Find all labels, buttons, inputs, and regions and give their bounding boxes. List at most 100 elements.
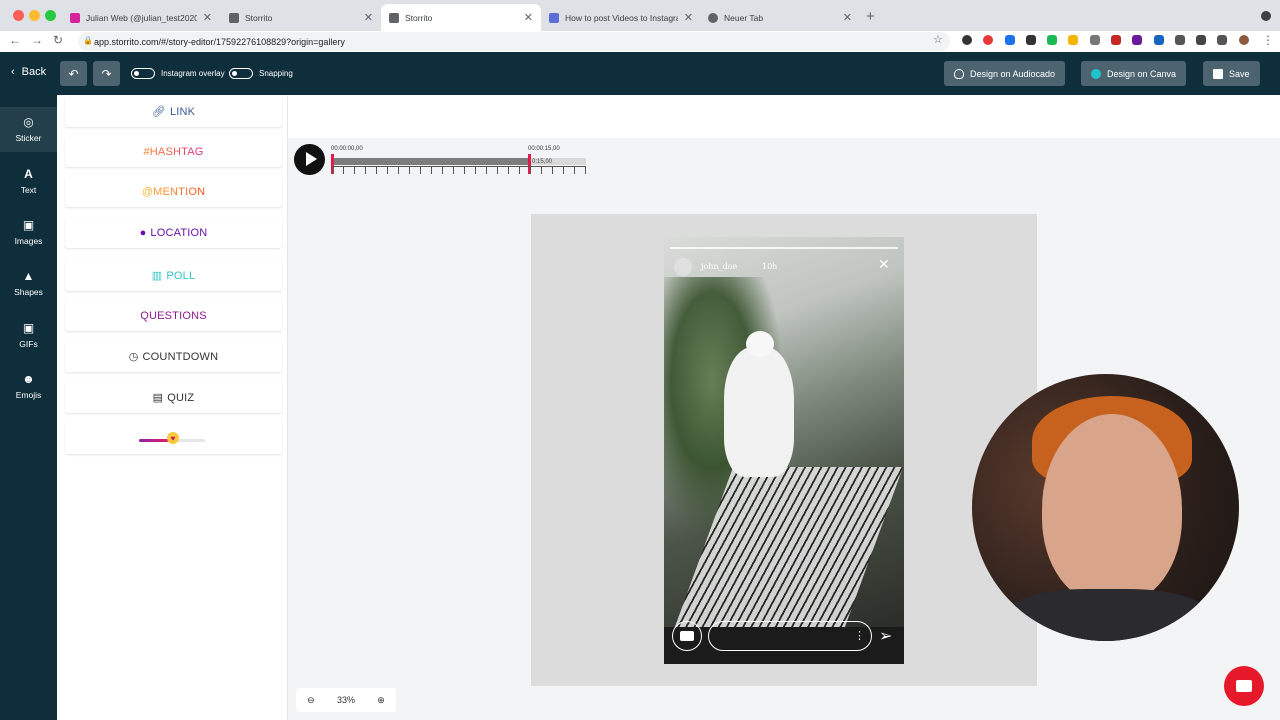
- countdown-sticker[interactable]: ◷ COUNTDOWN: [65, 341, 282, 372]
- maximize-window-button[interactable]: [45, 10, 56, 21]
- browser-forward-icon[interactable]: →: [31, 33, 43, 47]
- floppy-disk-icon: [1213, 68, 1223, 79]
- extension-icon[interactable]: [962, 35, 972, 45]
- browser-tab-newtab[interactable]: Neuer Tab ✕: [700, 4, 860, 31]
- story-time: 10h: [762, 262, 778, 271]
- questions-sticker[interactable]: QUESTIONS: [65, 300, 282, 331]
- browser-tab-storrito[interactable]: Storrito ✕: [221, 4, 381, 31]
- poll-sticker-label: POLL: [166, 269, 196, 282]
- chat-support-button[interactable]: [1224, 666, 1264, 706]
- audiocado-label: Design on Audiocado: [970, 68, 1056, 79]
- browser-tab-storrito-active[interactable]: Storrito ✕: [381, 4, 541, 31]
- quiz-icon: ▤: [152, 392, 164, 404]
- save-button[interactable]: Save: [1203, 61, 1260, 86]
- camera-icon: ▣: [22, 321, 35, 335]
- sidebar-item-images[interactable]: ▣ Images: [0, 210, 57, 255]
- mention-sticker-label: @MENTION: [141, 185, 206, 198]
- questions-sticker-label: QUESTIONS: [140, 309, 207, 322]
- browser-tab-instagram[interactable]: Julian Web (@julian_test2020) ✕: [62, 4, 220, 31]
- quiz-sticker[interactable]: ▤ QUIZ: [65, 382, 282, 413]
- extension-icon[interactable]: [983, 35, 993, 45]
- close-icon[interactable]: ✕: [843, 11, 852, 24]
- save-label: Save: [1229, 68, 1250, 79]
- minimize-window-button[interactable]: [29, 10, 40, 21]
- timeline-selected-range: [332, 158, 530, 165]
- extension-icon[interactable]: [1090, 35, 1100, 45]
- browser-back-icon[interactable]: ←: [9, 33, 21, 47]
- chrome-icon: [708, 12, 718, 23]
- sidebar-item-gifs[interactable]: ▣ GIFs: [0, 313, 57, 358]
- close-icon[interactable]: ✕: [524, 11, 533, 24]
- smiley-icon: ☻: [22, 372, 35, 386]
- shirt-shape: [1002, 589, 1212, 641]
- instagram-icon: ◎: [23, 115, 34, 129]
- close-icon: ✕: [878, 256, 890, 272]
- timeline-end: 00:00:15,00: [528, 146, 560, 152]
- tab-title: Storrito: [405, 12, 433, 23]
- cast-icon[interactable]: [1217, 35, 1227, 45]
- story-username: john_doe: [701, 262, 738, 271]
- redo-button[interactable]: ↷: [93, 61, 120, 86]
- new-tab-button[interactable]: +: [866, 8, 875, 25]
- close-window-button[interactable]: [13, 10, 24, 21]
- close-icon[interactable]: ✕: [203, 11, 212, 24]
- link-sticker[interactable]: 🔗︎ LINK: [65, 96, 282, 127]
- zoom-out-icon[interactable]: ⊖: [307, 695, 315, 706]
- hashtag-sticker[interactable]: #HASHTAG: [65, 136, 282, 167]
- puzzle-icon[interactable]: [1196, 35, 1206, 45]
- tab-search-icon[interactable]: [1261, 11, 1271, 21]
- address-bar[interactable]: 🔒 app.storrito.com/#/story-editor/175922…: [78, 32, 950, 51]
- extension-icon[interactable]: [1026, 35, 1036, 45]
- play-button[interactable]: [294, 144, 325, 175]
- browser-toolbar: ← → ↻ 🔒 app.storrito.com/#/story-editor/…: [0, 31, 1280, 52]
- instagram-overlay-toggle[interactable]: [131, 68, 155, 79]
- close-icon[interactable]: ✕: [684, 11, 693, 24]
- undo-button[interactable]: ↶: [60, 61, 87, 86]
- video-timeline[interactable]: 00:00:00,00 00:00:15,00 0:15,00: [330, 146, 588, 178]
- sidebar-item-shapes[interactable]: ▲ Shapes: [0, 261, 57, 306]
- extension-icon[interactable]: [1068, 35, 1078, 45]
- link-icon: 🔗︎: [151, 106, 166, 118]
- poll-sticker[interactable]: ▥ POLL: [65, 260, 282, 291]
- mention-sticker[interactable]: @MENTION: [65, 176, 282, 207]
- sidebar-item-emojis[interactable]: ☻ Emojis: [0, 364, 57, 409]
- timeline-marker-label: 0:15,00: [532, 159, 553, 165]
- countdown-sticker-label: COUNTDOWN: [142, 350, 219, 363]
- hashtag-sticker-label: #HASHTAG: [143, 145, 204, 158]
- cat-shape: [724, 331, 794, 477]
- instagram-overlay-label: Instagram overlay: [161, 69, 225, 78]
- snapping-toggle[interactable]: [229, 68, 253, 79]
- webcam-overlay: [972, 374, 1239, 641]
- zoom-in-icon[interactable]: ⊕: [377, 695, 385, 706]
- camera-icon: ▣: [22, 218, 35, 232]
- profile-avatar[interactable]: [1239, 35, 1249, 45]
- editor-header: ‹ Back ↶ ↷ Instagram overlay Snapping De…: [0, 52, 1280, 95]
- extension-icon[interactable]: [1175, 35, 1185, 45]
- tab-title: Neuer Tab: [724, 12, 764, 23]
- url-text: app.storrito.com/#/story-editor/17592276…: [94, 36, 345, 47]
- extension-icon[interactable]: [1154, 35, 1164, 45]
- timeline-ticks: [332, 166, 586, 174]
- extension-icon[interactable]: [1111, 35, 1121, 45]
- bookmark-star-icon[interactable]: ☆: [933, 33, 943, 46]
- sticker-panel: 🔗︎ LINK #HASHTAG @MENTION ● LOCATION ▥ P…: [57, 95, 288, 720]
- browser-tab-howto[interactable]: How to post Videos to Instagram ✕: [541, 4, 701, 31]
- location-sticker[interactable]: ● LOCATION: [65, 217, 282, 248]
- story-preview[interactable]: john_doe 10h ✕ ⋮ ➢: [664, 237, 904, 664]
- sidebar-item-sticker[interactable]: ◎ Sticker: [0, 107, 57, 152]
- extension-icon[interactable]: [1047, 35, 1057, 45]
- reload-icon[interactable]: ↻: [53, 33, 63, 47]
- extension-icon[interactable]: [1132, 35, 1142, 45]
- back-button[interactable]: ‹ Back: [11, 66, 46, 78]
- extension-icon[interactable]: [1005, 35, 1015, 45]
- sidebar-item-text[interactable]: A Text: [0, 159, 57, 204]
- tool-sidebar: ◎ Sticker A Text ▣ Images ▲ Shapes ▣ GIF…: [0, 95, 57, 720]
- design-on-audiocado-button[interactable]: Design on Audiocado: [944, 61, 1066, 86]
- sidebar-item-label: Text: [20, 185, 37, 195]
- more-menu-icon[interactable]: ⋮: [1262, 33, 1274, 47]
- face-shape: [1042, 414, 1182, 604]
- design-on-canva-button[interactable]: Design on Canva: [1081, 61, 1187, 86]
- close-icon[interactable]: ✕: [364, 11, 373, 24]
- tab-title: Storrito: [245, 12, 273, 23]
- canva-icon: [1091, 68, 1101, 79]
